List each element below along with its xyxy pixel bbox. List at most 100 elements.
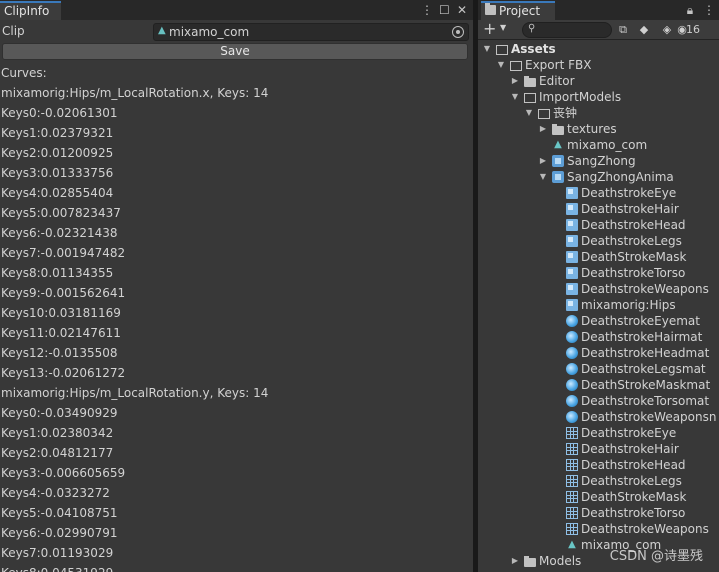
mesh-icon — [566, 427, 578, 439]
tree-item-label: mixamorig:Hips — [581, 298, 676, 312]
tree-item[interactable]: ▶ SangZhong — [478, 153, 719, 169]
curve-line: Keys8:0.01134355 — [1, 266, 114, 280]
tree-item-label: DeathstrokeEye — [581, 186, 677, 200]
curve-line: Keys4:-0.0323272 — [1, 486, 110, 500]
chevron-down-icon[interactable]: ▼ — [510, 89, 520, 105]
tree-item[interactable]: DeathStrokeMaskmat — [478, 377, 719, 393]
curve-line: Keys1:0.02379321 — [1, 126, 114, 140]
filter-type-icon[interactable]: ◆ — [636, 22, 652, 38]
close-icon[interactable]: ✕ — [457, 2, 467, 18]
search-input[interactable]: ⚲ — [522, 22, 612, 38]
curve-line: Keys11:0.02147611 — [1, 326, 121, 340]
more-options-icon[interactable]: ⋮ — [703, 2, 715, 18]
curve-line: Keys1:0.02380342 — [1, 426, 114, 440]
tree-item[interactable]: ▶ Editor — [478, 73, 719, 89]
tree-item[interactable]: DeathstrokeHead — [478, 457, 719, 473]
material-icon — [566, 395, 578, 407]
tree-item-label: Assets — [511, 42, 556, 56]
tree-item[interactable]: mixamorig:Hips — [478, 297, 719, 313]
tree-item-label: DeathstrokeEyemat — [581, 314, 700, 328]
material-icon — [566, 411, 578, 423]
curve-line: Keys5:0.007823437 — [1, 206, 121, 220]
project-tabbar: Project 🔒︎ ⋮ — [478, 0, 719, 20]
tree-item-label: DeathstrokeLegs — [581, 234, 682, 248]
label-tag-icon[interactable]: ◈ — [659, 22, 675, 38]
create-plus-icon[interactable]: + — [483, 19, 496, 39]
model-prefab-icon — [552, 155, 564, 167]
tree-item[interactable]: DeathstrokeEyemat — [478, 313, 719, 329]
search-by-type-icon[interactable]: ⧉ — [615, 22, 631, 38]
chevron-right-icon[interactable]: ▶ — [510, 553, 520, 569]
tree-item[interactable]: DeathstrokeLegsmat — [478, 361, 719, 377]
project-window-controls: 🔒︎ ⋮ — [685, 2, 715, 18]
tree-item-label: DeathstrokeLegs — [581, 474, 682, 488]
tree-item[interactable]: DeathstrokeHead — [478, 217, 719, 233]
more-options-icon[interactable]: ⋮ — [421, 2, 433, 18]
tree-item[interactable]: DeathstrokeEye — [478, 185, 719, 201]
chevron-down-icon[interactable]: ▼ — [524, 105, 534, 121]
mesh-icon — [566, 491, 578, 503]
chevron-right-icon[interactable]: ▶ — [538, 121, 548, 137]
tree-item[interactable]: DeathstrokeHair — [478, 201, 719, 217]
clip-object-field[interactable]: ▲ mixamo_com — [153, 23, 469, 41]
material-icon — [566, 347, 578, 359]
chevron-right-icon[interactable]: ▶ — [510, 73, 520, 89]
curve-line: Keys12:-0.0135508 — [1, 346, 118, 360]
clipinfo-window-controls: ⋮ ☐ ✕ — [421, 2, 467, 18]
object-picker-icon[interactable] — [452, 26, 464, 38]
tree-item[interactable]: DeathstrokeHairmat — [478, 329, 719, 345]
clipinfo-tabbar: ClipInfo ⋮ ☐ ✕ — [0, 0, 473, 20]
chevron-right-icon[interactable]: ▶ — [538, 153, 548, 169]
model-prefab-icon — [552, 171, 564, 183]
tree-item[interactable]: ▼ SangZhongAnima — [478, 169, 719, 185]
mesh-icon — [566, 459, 578, 471]
tree-item-label: DeathstrokeTorsomat — [581, 394, 710, 408]
tree-item[interactable]: DeathstrokeTorsomat — [478, 393, 719, 409]
animation-clip-icon: ▲ — [158, 25, 166, 36]
tree-item[interactable]: ▲ mixamo_com — [478, 137, 719, 153]
tree-item[interactable]: DeathstrokeHair — [478, 441, 719, 457]
curve-line: mixamorig:Hips/m_LocalRotation.y, Keys: … — [1, 386, 269, 400]
tree-item[interactable]: ▼ ImportModels — [478, 89, 719, 105]
tree-item[interactable]: DeathstrokeWeapons — [478, 521, 719, 537]
folder-icon — [524, 76, 536, 87]
curve-line: Keys7:0.01193029 — [1, 546, 114, 560]
clip-label: Clip — [2, 24, 25, 38]
curve-line: Keys3:-0.006605659 — [1, 466, 126, 480]
curve-line: Keys13:-0.02061272 — [1, 366, 126, 380]
tab-clipinfo[interactable]: ClipInfo — [0, 1, 62, 20]
maximize-icon[interactable]: ☐ — [439, 2, 450, 18]
tree-item[interactable]: DeathstrokeWeaponsn — [478, 409, 719, 425]
save-button[interactable]: Save — [2, 43, 468, 60]
curve-line: Keys4:0.02855404 — [1, 186, 114, 200]
tree-item[interactable]: DeathstrokeEye — [478, 425, 719, 441]
chevron-down-icon[interactable]: ▼ — [482, 41, 492, 57]
tree-item[interactable]: ▼ 丧钟 — [478, 105, 719, 121]
hidden-count: 16 — [686, 23, 700, 36]
mesh-object-icon — [566, 187, 578, 199]
folder-open-icon — [510, 61, 522, 71]
tree-item[interactable]: DeathstrokeHeadmat — [478, 345, 719, 361]
curve-line: Keys2:0.01200925 — [1, 146, 114, 160]
material-icon — [566, 315, 578, 327]
tree-item[interactable]: ▼ Export FBX — [478, 57, 719, 73]
tree-item-label: DeathstrokeHead — [581, 218, 686, 232]
tree-item[interactable]: DeathStrokeMask — [478, 249, 719, 265]
tree-item[interactable]: ▶ textures — [478, 121, 719, 137]
search-icon: ⚲ — [528, 23, 536, 34]
chevron-down-icon[interactable]: ▼ — [496, 57, 506, 73]
lock-icon[interactable]: 🔒︎ — [685, 2, 695, 18]
mesh-icon — [566, 475, 578, 487]
tab-project[interactable]: Project — [481, 1, 555, 20]
tree-item-label: DeathstrokeHairmat — [581, 330, 703, 344]
project-tree: ▼ Assets ▼ Export FBX ▶ Editor ▼ ImportModels ▼ 丧… — [478, 41, 719, 569]
tree-item[interactable]: DeathstrokeTorso — [478, 505, 719, 521]
tree-item[interactable]: ▼ Assets — [478, 41, 719, 57]
chevron-down-icon[interactable]: ▼ — [500, 23, 506, 32]
tree-item[interactable]: DeathstrokeLegs — [478, 473, 719, 489]
tree-item[interactable]: DeathStrokeMask — [478, 489, 719, 505]
tree-item[interactable]: DeathstrokeTorso — [478, 265, 719, 281]
tree-item[interactable]: DeathstrokeLegs — [478, 233, 719, 249]
tree-item[interactable]: DeathstrokeWeapons — [478, 281, 719, 297]
chevron-down-icon[interactable]: ▼ — [538, 169, 548, 185]
